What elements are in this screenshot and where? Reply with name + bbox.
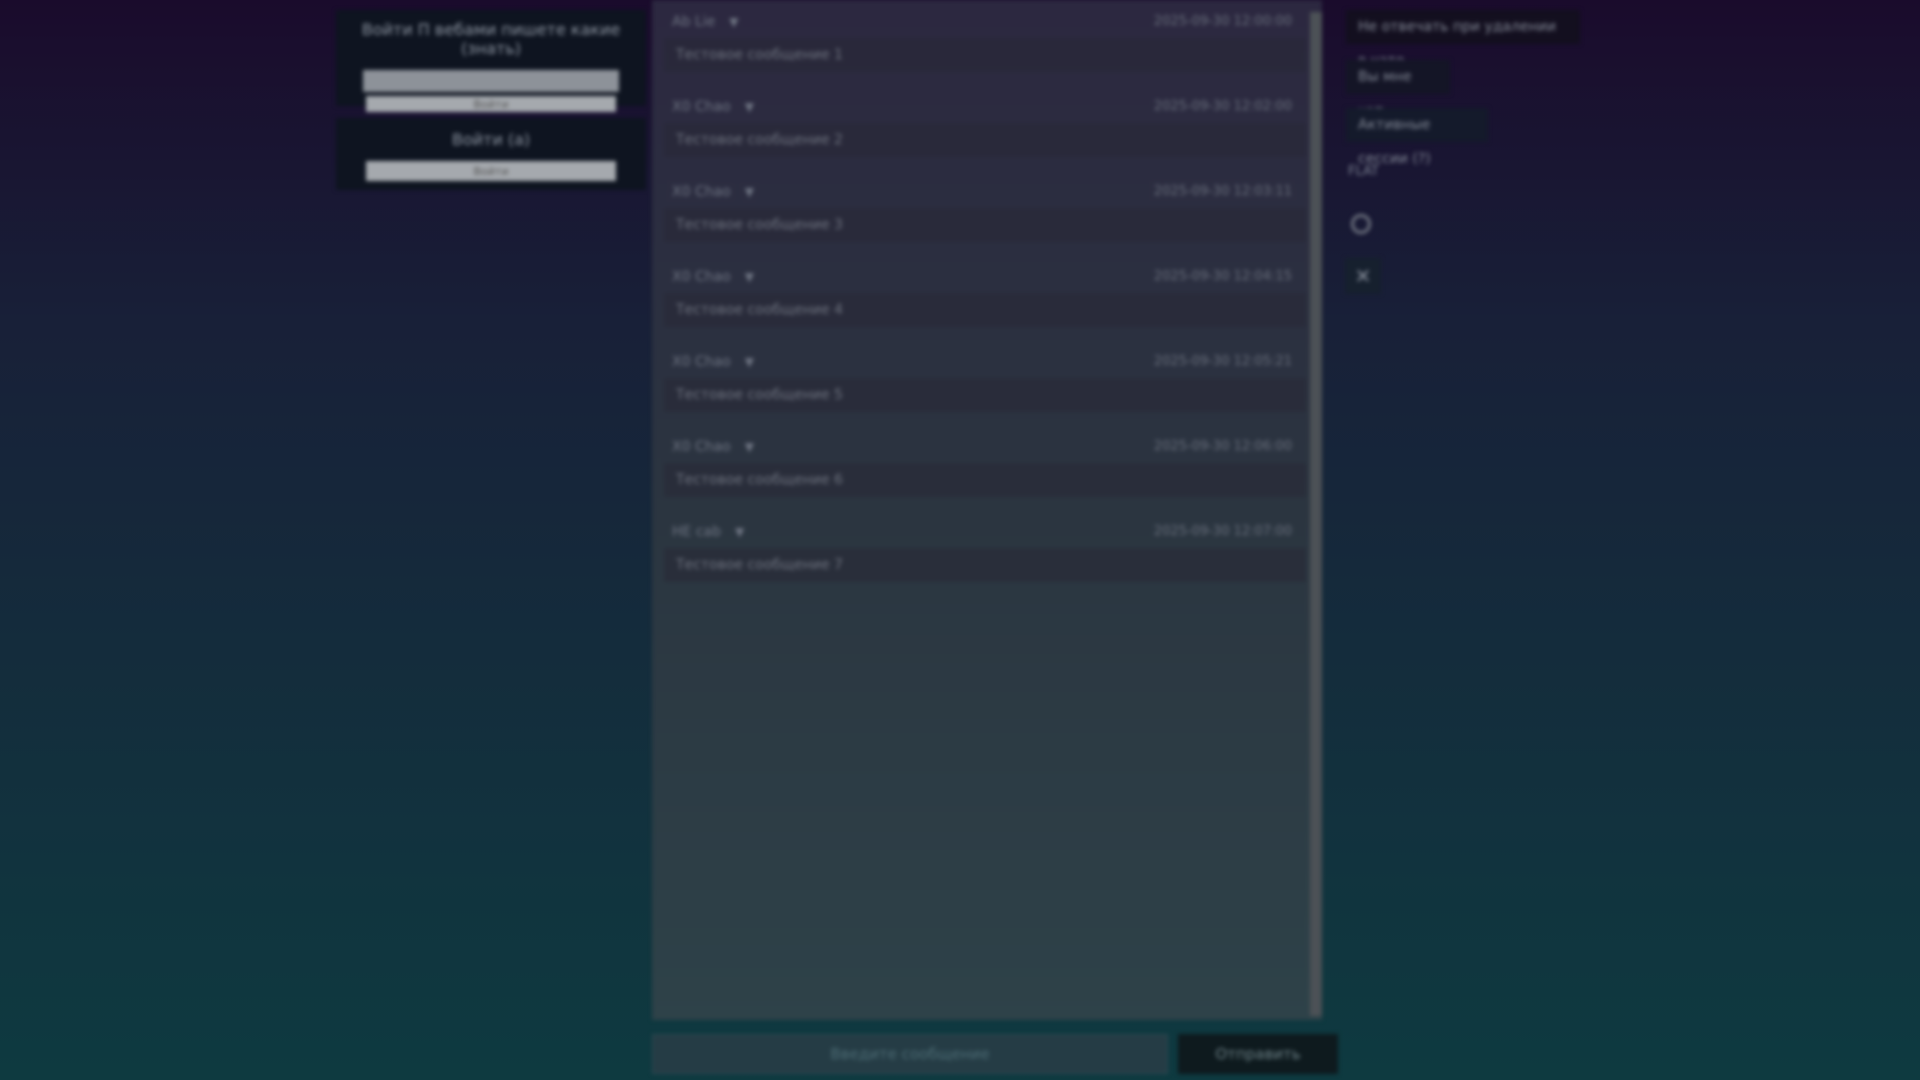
triangle-down-icon[interactable]: ▼ (745, 185, 754, 199)
message-author[interactable]: X0 Chao (672, 269, 731, 285)
chat-message: X0 Chao ▼ 2025-09-30 12:04:15 Тестовое со… (652, 255, 1322, 340)
chat-log: Ab Lie ▼ 2025-09-30 12:00:00 Тестовое соо… (652, 0, 1322, 1020)
message-time: 2025-09-30 12:03:11 (1153, 184, 1292, 199)
chat-message: X0 Chao ▼ 2025-09-30 12:02:00 Тестовое со… (652, 85, 1322, 170)
message-author[interactable]: Ab Lie (672, 14, 715, 30)
secondary-panel: Войти (а) Войти (336, 118, 646, 190)
message-text: Тестовое сообщение 7 (664, 548, 1306, 582)
message-author[interactable]: X0 Chao (672, 354, 731, 370)
message-author[interactable]: X0 Chao (672, 99, 731, 115)
triangle-down-icon[interactable]: ▼ (745, 270, 754, 284)
message-text: Тестовое сообщение 4 (664, 293, 1306, 327)
message-text: Тестовое сообщение 5 (664, 378, 1306, 412)
message-text: Тестовое сообщение 3 (664, 208, 1306, 242)
flat-label[interactable]: FLAT (1348, 164, 1379, 179)
triangle-down-icon[interactable]: ▼ (745, 100, 754, 114)
chat-toggle-button[interactable]: Вы мне чат (1346, 60, 1450, 119)
message-input[interactable]: Введите сообщение (652, 1034, 1168, 1074)
login-button[interactable]: Войти (366, 96, 616, 112)
message-time: 2025-09-30 12:04:15 (1153, 269, 1292, 284)
login-panel: Войти П вебами пишете какие (знать) Войт… (336, 10, 646, 112)
message-text: Тестовое сообщение 1 (664, 38, 1306, 72)
message-time: 2025-09-30 12:02:00 (1153, 99, 1292, 114)
send-button[interactable]: Отправить (1178, 1034, 1338, 1074)
chat-message: X0 Chao ▼ 2025-09-30 12:05:21 Тестовое со… (652, 340, 1322, 425)
mute-deleted-button[interactable]: Не отвечать при удалении в чате (1346, 10, 1580, 69)
chat-message: Ab Lie ▼ 2025-09-30 12:00:00 Тестовое соо… (652, 0, 1322, 85)
triangle-down-icon[interactable]: ▼ (729, 15, 738, 29)
chat-scrollbar[interactable] (1310, 12, 1322, 1016)
triangle-down-icon[interactable]: ▼ (745, 440, 754, 454)
chat-message: X0 Chao ▼ 2025-09-30 12:03:11 Тестовое со… (652, 170, 1322, 255)
message-author[interactable]: X0 Chao (672, 184, 731, 200)
chat-message: X0 Chao ▼ 2025-09-30 12:06:00 Тестовое со… (652, 425, 1322, 510)
circle-icon[interactable] (1345, 208, 1377, 240)
secondary-button[interactable]: Войти (366, 161, 616, 181)
triangle-down-icon[interactable]: ▼ (735, 525, 744, 539)
message-time: 2025-09-30 12:06:00 (1153, 439, 1292, 454)
secondary-panel-title: Войти (а) (451, 130, 531, 149)
login-panel-title: Войти П вебами пишете какие (знать) (361, 20, 621, 58)
message-time: 2025-09-30 12:07:00 (1153, 524, 1292, 539)
message-time: 2025-09-30 12:05:21 (1153, 354, 1292, 369)
close-icon[interactable]: ✕ (1345, 258, 1381, 294)
login-input[interactable] (363, 70, 619, 92)
chat-message: HE cab ▼ 2025-09-30 12:07:00 Тестовое соо… (652, 510, 1322, 595)
triangle-down-icon[interactable]: ▼ (745, 355, 754, 369)
message-text: Тестовое сообщение 6 (664, 463, 1306, 497)
message-time: 2025-09-30 12:00:00 (1153, 14, 1292, 29)
active-sessions-button[interactable]: Активные сессии (?) (1346, 108, 1488, 167)
message-author[interactable]: HE cab (672, 524, 721, 540)
message-text: Тестовое сообщение 2 (664, 123, 1306, 157)
message-author[interactable]: X0 Chao (672, 439, 731, 455)
